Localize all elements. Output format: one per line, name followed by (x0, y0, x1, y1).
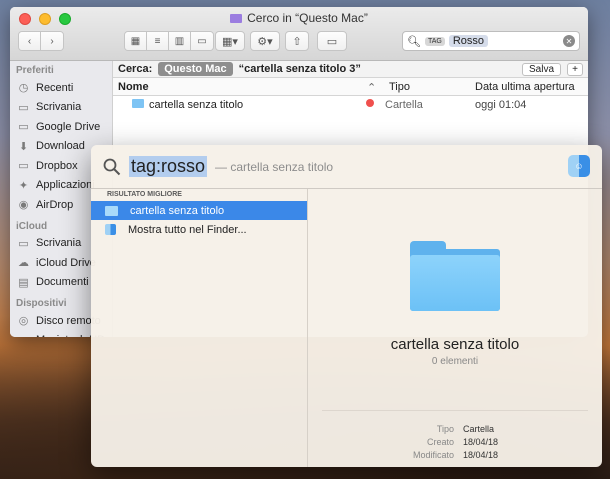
folder-icon: ▭ (18, 237, 29, 250)
column-date[interactable]: Data ultima apertura (475, 81, 575, 93)
search-scope-bar: Cerca: Questo Mac “cartella senza titolo… (113, 61, 588, 78)
preview-subtitle: 0 elementi (431, 356, 479, 367)
disc-icon: ◎ (18, 315, 29, 328)
finder-icon: ☺ (568, 155, 590, 177)
icon-view-button[interactable]: ▦ (125, 32, 147, 50)
sidebar-item-label: AirDrop (36, 198, 74, 211)
spotlight-query[interactable]: tag:rosso (129, 156, 208, 177)
airdrop-icon: ◉ (18, 199, 29, 212)
back-button[interactable]: ‹ (19, 32, 41, 50)
preview-divider (322, 410, 588, 411)
finder-icon (105, 224, 116, 235)
sidebar-item-label: Download (36, 140, 85, 153)
sidebar-item[interactable]: ▭ Google Drive (10, 117, 112, 137)
search-token[interactable]: Rosso (448, 35, 489, 47)
search-icon (103, 158, 121, 175)
add-criteria-button[interactable]: + (567, 62, 583, 76)
sidebar-item-label: Scrivania (36, 101, 82, 114)
section-header: RISULTATO MIGLIORE (107, 191, 182, 198)
search-icon: 🔍︎ (407, 35, 421, 48)
row-type: Cartella (385, 99, 423, 111)
row-date: oggi 01:04 (475, 99, 527, 111)
folder-icon (132, 99, 144, 108)
download-icon: ⬇ (18, 140, 29, 153)
cloud-icon: ☁ (18, 257, 29, 270)
columns-icon: ▥ (169, 32, 190, 50)
column-header: Nome ⌃ Tipo Data ultima apertura (113, 78, 588, 96)
save-search-button[interactable]: Salva (521, 62, 561, 76)
column-name[interactable]: Nome (118, 81, 149, 93)
sidebar-item-label: Recenti (36, 81, 74, 94)
folder-icon: ▭ (18, 160, 29, 173)
large-folder-icon (410, 241, 500, 311)
hd-icon: ▬ (17, 334, 30, 337)
folder-icon (105, 205, 118, 216)
column-view-button[interactable]: ▥ (169, 32, 191, 50)
sidebar-item-label: Documenti (36, 276, 89, 289)
chevron-left-icon: ‹ (19, 32, 40, 50)
row-name: cartella senza titolo (149, 99, 244, 111)
toolbar: ‹ › ▦ ≡ ▥ ▭ ▦▾ ⚙▾ ⇧ ▭ 🔍︎ TAG Rosso ✕ (18, 28, 580, 54)
sidebar-section-header: Preferiti (16, 65, 54, 76)
desktop-icon: ▭ (18, 101, 29, 114)
view-mode-segment: ▦ ≡ ▥ ▭ (124, 31, 214, 51)
folder-icon: ▭ (18, 121, 29, 134)
group-button[interactable]: ▦▾ (215, 31, 245, 51)
titlebar: Cerco in “Questo Mac” ‹ › ▦ ≡ ▥ ▭ ▦▾ ⚙▾ … (10, 7, 588, 61)
red-tag-dot (366, 99, 374, 107)
smart-folder-icon (230, 13, 243, 23)
gear-icon: ⚙▾ (257, 35, 273, 48)
spotlight-hint: — cartella senza titolo (215, 159, 334, 174)
preview-title: cartella senza titolo (390, 336, 520, 353)
share-icon: ⇧ (292, 35, 302, 48)
list-icon: ≡ (147, 32, 168, 50)
scope-this-mac-button[interactable]: Questo Mac (158, 62, 233, 76)
table-row[interactable]: cartella senza titolo Cartella oggi 01:0… (113, 96, 588, 114)
sidebar-item[interactable]: ◷ Recenti (10, 78, 112, 98)
action-button[interactable]: ⚙▾ (250, 31, 280, 51)
group-grid-icon: ▦▾ (222, 35, 238, 48)
clear-search-icon[interactable]: ✕ (563, 35, 575, 47)
scope-folder-button[interactable]: “cartella senza titolo 3” (239, 63, 361, 75)
sidebar-item-label: Dropbox (36, 159, 78, 172)
tags-button[interactable]: ▭ (317, 31, 347, 51)
grid-icon: ▦ (125, 32, 146, 50)
scope-label: Cerca: (118, 63, 153, 75)
tag-icon: ▭ (326, 35, 338, 48)
sidebar-item[interactable]: ▭ Scrivania (10, 98, 112, 118)
sidebar-item-label: iCloud Drive (36, 256, 96, 269)
gallery-view-button[interactable]: ▭ (191, 32, 213, 50)
document-icon: ▤ (18, 276, 29, 289)
spotlight-results-list: RISULTATO MIGLIORE cartella senza titolo… (91, 189, 308, 467)
sidebar-item-label: Google Drive (36, 120, 101, 133)
list-view-button[interactable]: ≡ (147, 32, 169, 50)
window-title: Cerco in “Questo Mac” (10, 11, 588, 25)
apps-icon: ✦ (18, 179, 29, 192)
search-field[interactable]: 🔍︎ TAG Rosso ✕ (402, 31, 580, 51)
spotlight-preview: cartella senza titolo 0 elementi Tipo Ca… (308, 189, 602, 467)
share-button[interactable]: ⇧ (285, 31, 309, 51)
sidebar-item-label: Scrivania (36, 237, 82, 250)
result-item-folder[interactable]: cartella senza titolo (91, 201, 307, 220)
nav-buttons: ‹ › (18, 31, 64, 51)
result-item-show-all[interactable]: Mostra tutto nel Finder... (91, 220, 307, 239)
sort-chevron-icon[interactable]: ⌃ (367, 81, 376, 94)
sidebar-item-label: Applicazioni (36, 179, 95, 192)
forward-button[interactable]: › (41, 32, 63, 50)
spotlight-window: tag:rosso — cartella senza titolo ☺ RISU… (91, 145, 602, 467)
spotlight-search-bar[interactable]: tag:rosso — cartella senza titolo ☺ (91, 145, 602, 189)
column-type[interactable]: Tipo (389, 81, 410, 93)
tag-chip: TAG (424, 36, 445, 46)
chevron-right-icon: › (41, 32, 63, 50)
clock-icon: ◷ (18, 82, 29, 95)
gallery-icon: ▭ (191, 32, 213, 50)
